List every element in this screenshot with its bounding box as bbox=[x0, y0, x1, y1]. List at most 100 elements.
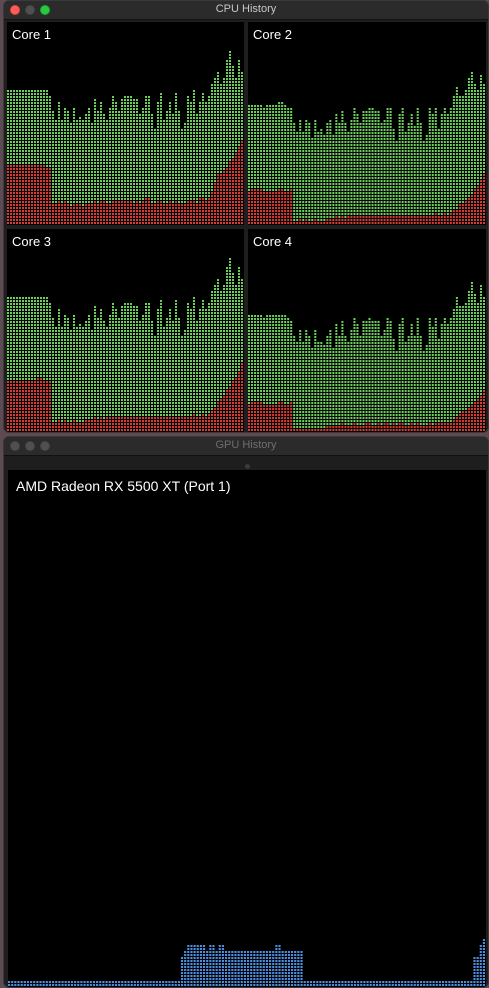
core-3-bar bbox=[151, 321, 153, 431]
core-1-bar bbox=[127, 96, 129, 224]
core-2-bar bbox=[464, 90, 467, 224]
gpu-history-window: GPU History AMD Radeon RX 5500 XT (Port … bbox=[3, 436, 489, 988]
core-2-bar bbox=[356, 114, 359, 224]
core-1-bars bbox=[7, 51, 243, 224]
core-3-bar bbox=[43, 297, 45, 431]
core-1-bar bbox=[37, 90, 39, 224]
core-2-bar bbox=[374, 111, 377, 224]
core-2-bar bbox=[431, 114, 434, 224]
gpu-bar bbox=[325, 981, 328, 986]
core-3-bar bbox=[148, 303, 150, 431]
core-1-bar bbox=[148, 96, 150, 224]
core-2-bar bbox=[404, 132, 407, 224]
core-4-bar bbox=[380, 336, 383, 431]
gpu-bar bbox=[463, 981, 467, 986]
core-1-bar bbox=[163, 120, 165, 224]
gpu-bar bbox=[322, 981, 325, 986]
core-1-bar bbox=[166, 111, 168, 224]
core-2-bar bbox=[251, 105, 254, 224]
core-3-bar bbox=[139, 321, 141, 431]
core-2-bar bbox=[311, 138, 314, 224]
gpu-bar bbox=[353, 981, 357, 986]
core-1-bar bbox=[196, 114, 198, 224]
core-2-bar bbox=[410, 114, 413, 224]
gpu-title-bar[interactable]: GPU History bbox=[4, 437, 488, 456]
gpu-bar bbox=[30, 981, 33, 986]
gpu-bar bbox=[319, 981, 322, 986]
core-4-bar bbox=[407, 336, 410, 431]
gpu-bar bbox=[111, 981, 114, 986]
gpu-bar bbox=[8, 981, 11, 986]
core-3-bar bbox=[193, 297, 195, 431]
gpu-bar bbox=[193, 945, 196, 986]
cpu-title-bar[interactable]: CPU History bbox=[4, 1, 488, 20]
core-1-bar bbox=[67, 111, 69, 224]
gpu-bar bbox=[451, 981, 454, 986]
core-4-bar bbox=[254, 315, 257, 431]
core-2-bar bbox=[422, 141, 425, 224]
core-1-bar bbox=[193, 90, 195, 224]
core-1-bar bbox=[79, 117, 81, 224]
gpu-bar bbox=[99, 981, 102, 986]
core-1-bar bbox=[211, 84, 213, 224]
core-4-bar bbox=[449, 318, 452, 431]
core-3-bar bbox=[124, 303, 126, 431]
core-2-bar bbox=[383, 120, 386, 224]
core-1-bar bbox=[61, 120, 63, 224]
core-2-graph: Core 2 bbox=[248, 22, 486, 225]
gpu-bar bbox=[190, 945, 193, 986]
gpu-bar bbox=[136, 981, 140, 986]
core-1-bar bbox=[16, 90, 18, 224]
core-4-bar bbox=[392, 339, 395, 431]
core-4-bar bbox=[329, 330, 332, 431]
core-4-bar bbox=[479, 285, 482, 431]
core-1-bar bbox=[100, 102, 102, 224]
core-3-bar bbox=[154, 336, 156, 431]
core-3-bar bbox=[235, 285, 237, 431]
core-2-bar bbox=[419, 123, 422, 224]
resize-handle[interactable] bbox=[245, 464, 250, 469]
gpu-bar bbox=[344, 981, 347, 986]
gpu-bar bbox=[253, 951, 256, 986]
gpu-bar bbox=[470, 981, 473, 986]
core-3-bar bbox=[103, 321, 105, 431]
gpu-bar bbox=[385, 981, 388, 986]
gpu-bar bbox=[121, 981, 124, 986]
core-4-bar bbox=[248, 315, 251, 431]
core-2-bar bbox=[278, 102, 281, 224]
gpu-bar bbox=[372, 981, 375, 986]
core-2-bar bbox=[269, 105, 272, 224]
core-1-bar bbox=[178, 111, 180, 224]
gpu-bar bbox=[435, 981, 438, 986]
core-4-bar bbox=[338, 336, 341, 431]
gpu-bar bbox=[187, 945, 190, 986]
core-1-bar bbox=[76, 120, 78, 224]
core-3-bar bbox=[184, 330, 186, 431]
core-4-bar bbox=[467, 291, 470, 431]
core-1-bar bbox=[235, 78, 237, 224]
core-2-bar bbox=[368, 108, 371, 224]
gpu-bar bbox=[92, 981, 96, 986]
core-2-bar bbox=[449, 108, 452, 224]
core-4-bar bbox=[431, 327, 434, 431]
core-4-bar bbox=[482, 297, 485, 431]
core-2-bar bbox=[257, 105, 260, 224]
core-2-bar bbox=[461, 96, 464, 224]
core-2-bar bbox=[308, 123, 311, 224]
gpu-bar bbox=[149, 981, 152, 986]
core-4-bar bbox=[377, 321, 380, 431]
gpu-bar bbox=[199, 945, 202, 986]
core-3-bar bbox=[145, 303, 147, 431]
core-1-bar bbox=[139, 114, 141, 224]
core-1-bar bbox=[40, 90, 42, 224]
core-4-bar bbox=[350, 330, 353, 431]
core-1-bar bbox=[229, 51, 231, 224]
gpu-bar bbox=[61, 981, 64, 986]
core-3-bar bbox=[208, 303, 210, 431]
core-1-bar bbox=[130, 96, 132, 224]
core-3-bar bbox=[97, 318, 99, 431]
gpu-bar bbox=[419, 981, 423, 986]
gpu-bar bbox=[42, 981, 45, 986]
gpu-bar bbox=[256, 951, 259, 986]
core-1-bar bbox=[70, 123, 72, 224]
